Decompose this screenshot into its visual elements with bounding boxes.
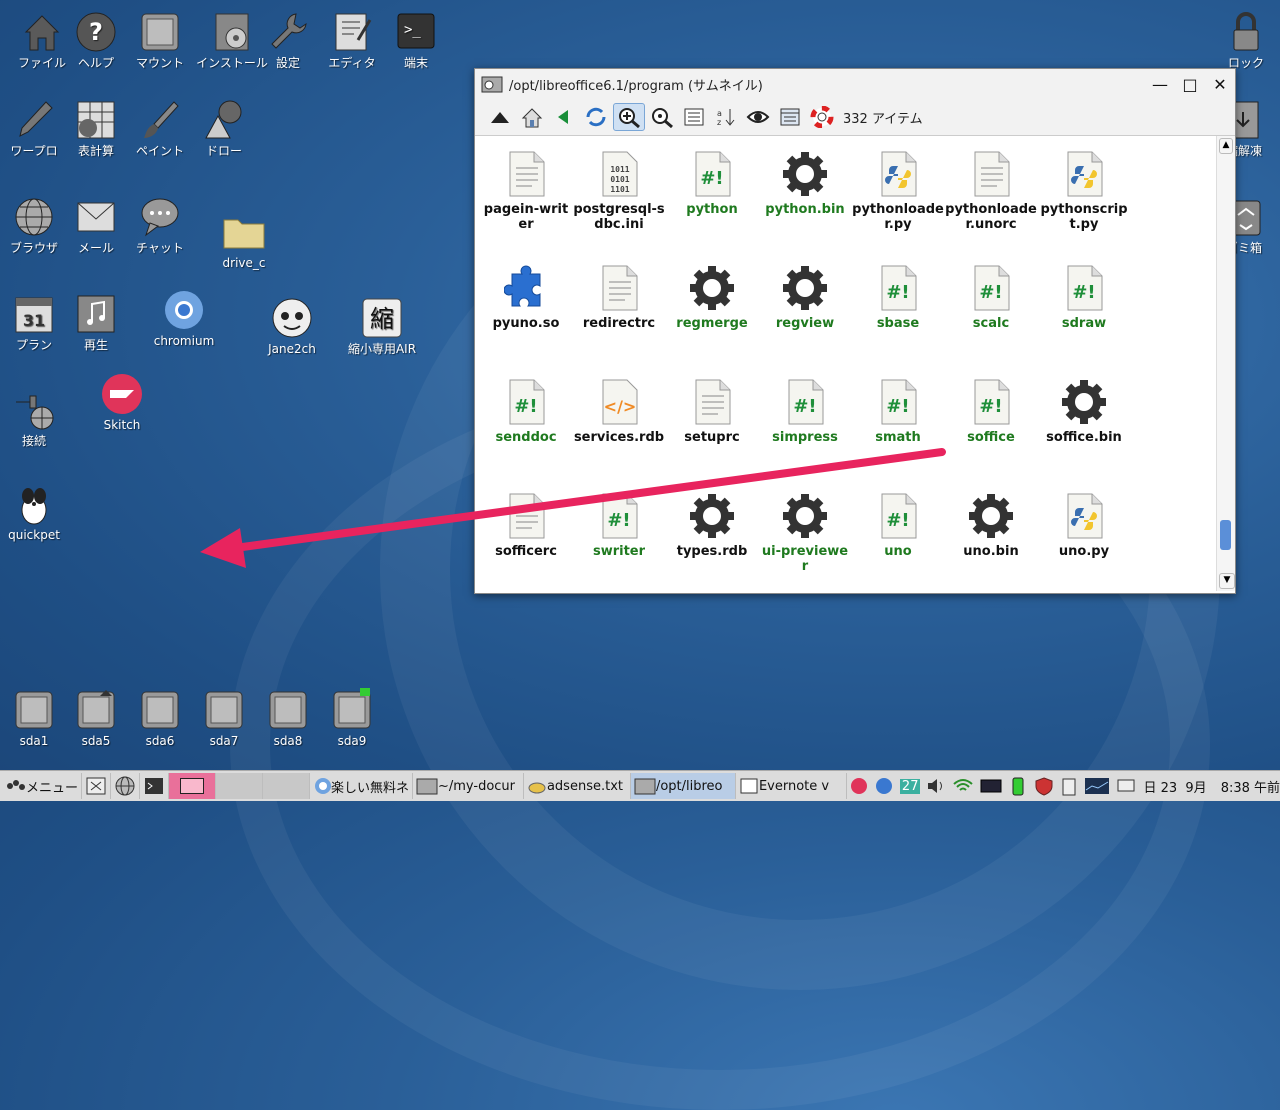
task-my-documents[interactable]: ~/my-docur <box>413 773 524 799</box>
display-icon[interactable] <box>1116 776 1136 796</box>
workspace-1[interactable] <box>169 773 216 799</box>
task-adsense[interactable]: adsense.txt <box>524 773 631 799</box>
terminal-icon <box>145 778 163 794</box>
network-monitor-icon[interactable] <box>980 777 1002 795</box>
file-manager-icon <box>416 778 438 795</box>
skitch-tray-icon[interactable] <box>850 777 868 795</box>
system-tray: 27 <box>847 771 1140 801</box>
wifi-icon[interactable] <box>952 777 974 795</box>
show-desktop-button[interactable] <box>82 773 111 799</box>
clock-date[interactable]: 日 23 9月 <box>1143 777 1206 796</box>
menu-label: メニュー <box>25 780 78 796</box>
browser-launcher[interactable] <box>111 773 140 799</box>
workspace-2[interactable] <box>216 773 263 799</box>
paw-icon <box>7 780 25 790</box>
task-label: Evernote v <box>758 778 830 794</box>
window-icon <box>740 778 758 794</box>
clipboard-icon[interactable] <box>1060 776 1078 796</box>
lamp-icon <box>528 782 546 794</box>
firewall-shield-icon[interactable] <box>1034 776 1054 796</box>
taskbar: メニュー 楽しい無料ネ ~/my-docur adsense.txt /opt/… <box>0 770 1280 801</box>
task-label: ~/my-docur <box>437 778 516 794</box>
task-evernote[interactable]: Evernote v <box>736 773 847 799</box>
file-manager-icon <box>634 778 656 795</box>
task-libreoffice-folder[interactable]: /opt/libreo <box>630 773 736 799</box>
clock-time[interactable]: 8:38 午前 <box>1221 777 1280 796</box>
workspace-3[interactable] <box>263 773 310 799</box>
temperature-badge[interactable]: 27 <box>899 778 921 794</box>
task-label: /opt/libreo <box>655 778 723 794</box>
globe-icon <box>115 776 135 796</box>
task-label: 楽しい無料ネ <box>330 780 409 796</box>
chromium-icon <box>315 778 331 794</box>
show-desktop-icon <box>86 777 106 795</box>
volume-icon[interactable] <box>926 777 946 795</box>
cpu-graph-icon[interactable] <box>1084 776 1110 796</box>
task-chromium[interactable]: 楽しい無料ネ <box>310 773 413 799</box>
updater-icon[interactable] <box>874 776 894 796</box>
task-label: adsense.txt <box>546 778 623 794</box>
battery-icon[interactable] <box>1008 776 1028 796</box>
menu-button[interactable]: メニュー <box>0 773 82 799</box>
terminal-launcher[interactable] <box>140 773 169 799</box>
annotation-arrow <box>200 448 946 568</box>
